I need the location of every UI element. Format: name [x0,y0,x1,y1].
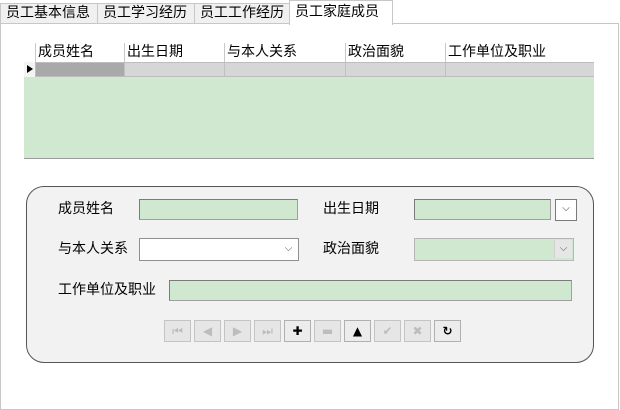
refresh-record-icon: ↻ [442,324,453,338]
insert-record-icon: ✚ [292,324,303,338]
name-field[interactable] [139,199,298,220]
last-record-icon: ⏭ [262,324,273,338]
refresh-record-button[interactable]: ↻ [434,320,461,342]
grid-cell-name[interactable] [36,63,125,76]
first-record-button[interactable]: ⏮ [164,320,191,342]
first-record-icon: ⏮ [172,324,183,338]
grid-corner [24,43,36,62]
relation-label: 与本人关系 [58,241,128,257]
row-indicator[interactable] [24,62,36,77]
last-record-button[interactable]: ⏭ [254,320,281,342]
chevron-down-icon: ⌵ [559,243,568,254]
work-unit-field[interactable] [169,280,572,301]
grid-cell-birth-date[interactable] [125,63,225,76]
grid-header: 成员姓名 出生日期 与本人关系 政治面貌 工作单位及职业 [24,43,594,62]
birth-date-field[interactable] [414,199,551,220]
post-record-icon: ✔ [382,324,393,338]
grid-cell-political-status[interactable] [346,63,446,76]
table-row[interactable] [24,62,594,77]
date-picker-button[interactable]: ⌵ [555,199,577,221]
dropdown-button[interactable]: ⌵ [554,240,572,258]
delete-record-icon: ▬ [321,324,334,338]
delete-record-button[interactable]: ▬ [314,320,341,342]
edit-record-icon: ▲ [352,324,363,338]
relation-combobox[interactable]: ⌵ [139,238,299,261]
column-header-relation[interactable]: 与本人关系 [225,43,346,62]
chevron-down-icon[interactable]: ⌵ [282,243,295,255]
insert-record-button[interactable]: ✚ [284,320,311,342]
next-record-button[interactable]: ▶ [224,320,251,342]
tab-education-history[interactable]: 员工学习经历 [97,3,201,25]
tab-work-history[interactable]: 员工工作经历 [194,3,297,25]
cancel-record-icon: ✖ [412,324,423,338]
triangle-right-icon [27,65,33,73]
tab-basic-info[interactable]: 员工基本信息 [0,3,104,25]
post-record-button[interactable]: ✔ [374,320,401,342]
political-status-label: 政治面貌 [323,241,379,257]
name-label: 成员姓名 [58,201,114,217]
cancel-record-button[interactable]: ✖ [404,320,431,342]
birth-date-label: 出生日期 [323,201,379,217]
political-status-combobox[interactable]: ⌵ [414,238,574,261]
column-header-work-unit[interactable]: 工作单位及职业 [446,43,594,62]
grid-cell-relation[interactable] [225,63,346,76]
family-members-grid[interactable]: 成员姓名 出生日期 与本人关系 政治面貌 工作单位及职业 [24,43,594,159]
edit-record-button[interactable]: ▲ [344,320,371,342]
prior-record-button[interactable]: ◀ [194,320,221,342]
grid-cell-work-unit[interactable] [446,63,594,76]
next-record-icon: ▶ [232,324,243,338]
chevron-down-icon: ⌵ [562,203,570,214]
work-unit-label: 工作单位及职业 [58,282,156,298]
column-header-name[interactable]: 成员姓名 [36,43,125,62]
tab-family-members[interactable]: 员工家庭成员 [289,0,393,25]
prior-record-icon: ◀ [202,324,213,338]
tab-bar: 员工基本信息 员工学习经历 员工工作经历 员工家庭成员 [0,0,620,25]
column-header-birth-date[interactable]: 出生日期 [125,43,225,62]
column-header-political-status[interactable]: 政治面貌 [346,43,446,62]
